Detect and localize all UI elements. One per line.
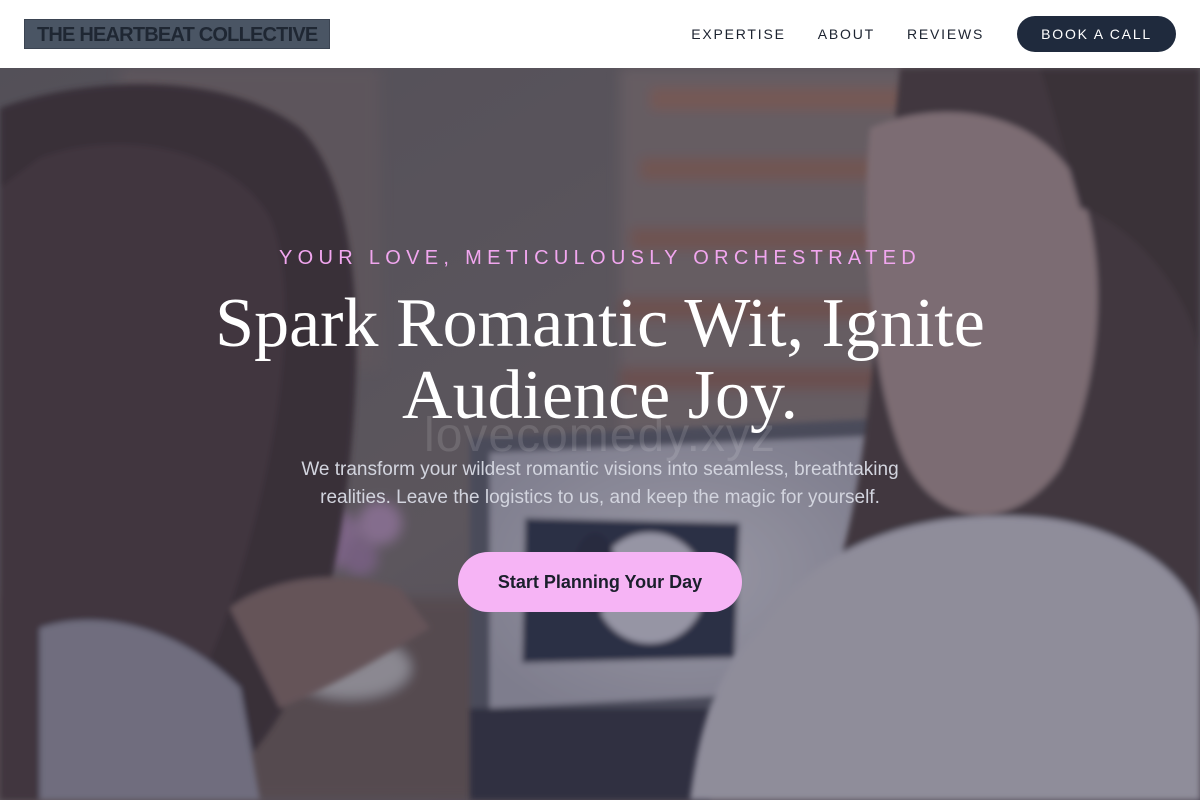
nav-link-reviews[interactable]: REVIEWS bbox=[907, 26, 984, 42]
hero-subtext: We transform your wildest romantic visio… bbox=[270, 456, 930, 512]
site-logo[interactable]: THE HEARTBEAT COLLECTIVE bbox=[24, 19, 331, 49]
nav-link-about[interactable]: ABOUT bbox=[818, 26, 875, 42]
nav-link-expertise[interactable]: EXPERTISE bbox=[691, 26, 786, 42]
start-planning-button[interactable]: Start Planning Your Day bbox=[458, 552, 742, 612]
hero-headline-line1: Spark Romantic Wit, Ignite bbox=[215, 285, 985, 362]
hero-headline-line2: Audience Joy. bbox=[402, 357, 798, 434]
site-header: THE HEARTBEAT COLLECTIVE EXPERTISE ABOUT… bbox=[0, 0, 1200, 68]
hero-subtext-line1: We transform your wildest romantic visio… bbox=[301, 459, 899, 480]
hero-content: YOUR LOVE, METICULOUSLY ORCHESTRATED Spa… bbox=[0, 68, 1200, 800]
hero-section: lovecomedy.xyz YOUR LOVE, METICULOUSLY O… bbox=[0, 68, 1200, 800]
hero-eyebrow: YOUR LOVE, METICULOUSLY ORCHESTRATED bbox=[279, 247, 921, 269]
book-a-call-button[interactable]: BOOK A CALL bbox=[1017, 16, 1176, 52]
main-nav: EXPERTISE ABOUT REVIEWS BOOK A CALL bbox=[659, 16, 1176, 52]
hero-headline: Spark Romantic Wit, Ignite Audience Joy. bbox=[150, 288, 1050, 432]
hero-subtext-line2: realities. Leave the logistics to us, an… bbox=[320, 487, 880, 508]
